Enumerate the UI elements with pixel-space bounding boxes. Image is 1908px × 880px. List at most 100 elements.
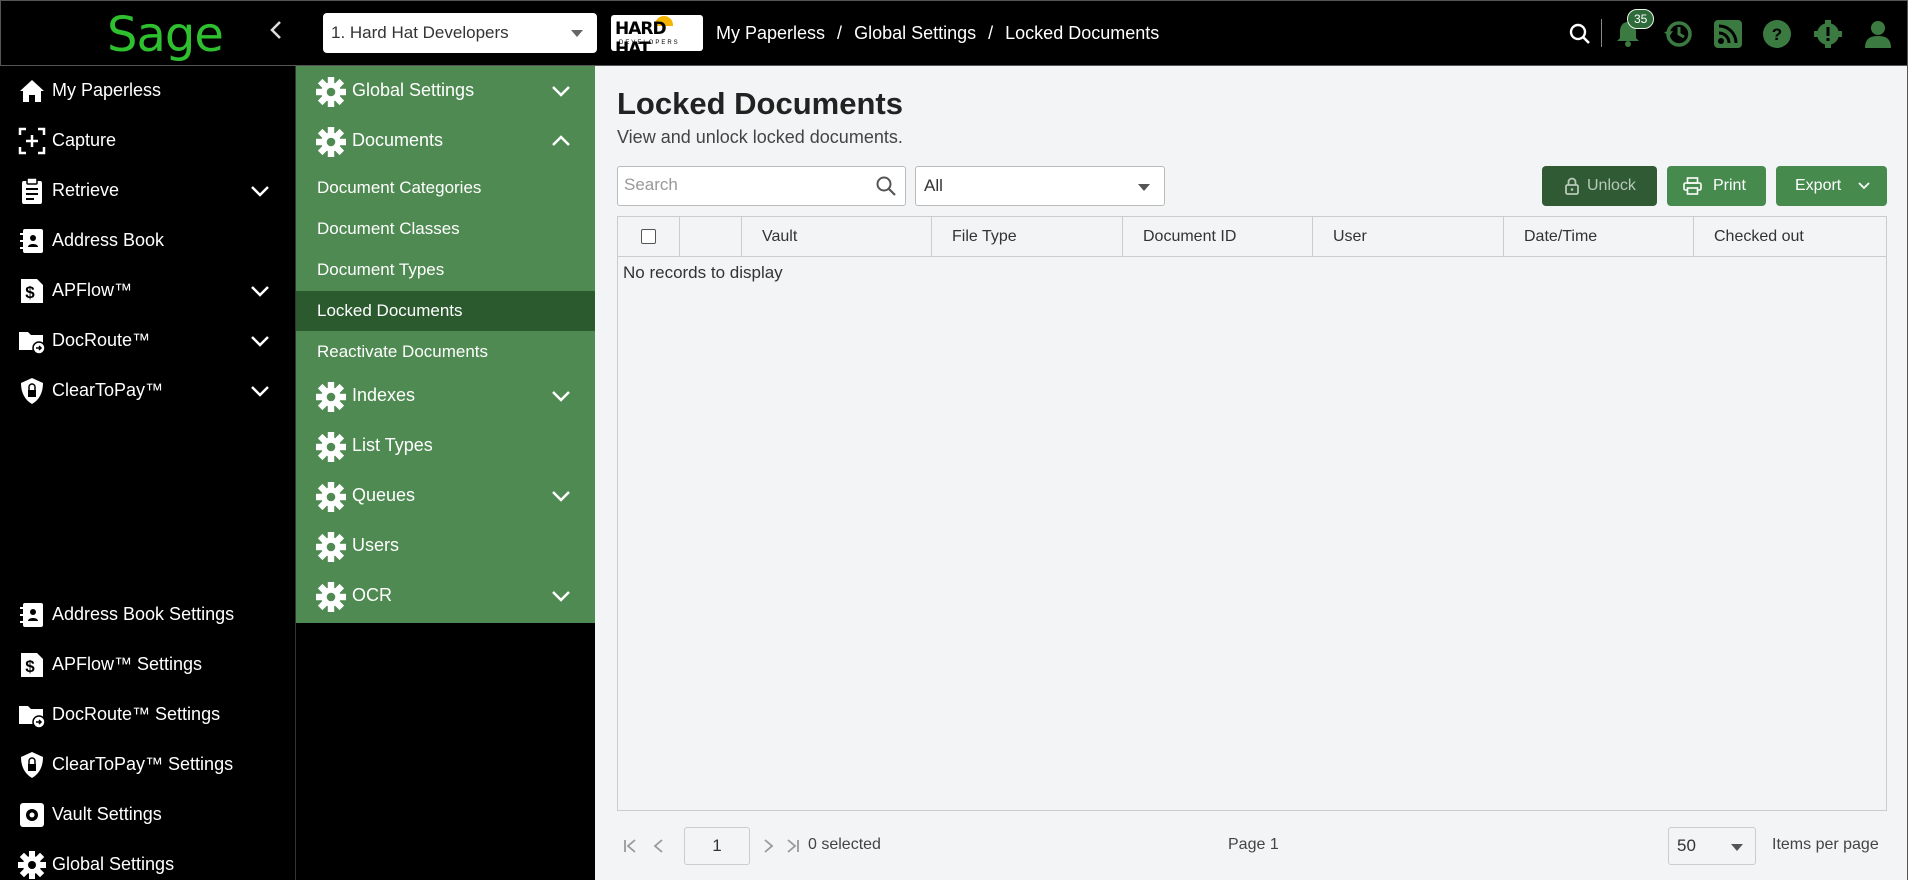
chevron-down-icon [552,391,570,402]
gear-icon [18,851,46,879]
collapse-sidebar-button[interactable] [269,19,283,48]
search-icon[interactable] [1565,19,1595,49]
nav-label: DocRoute™ Settings [52,704,221,724]
nav-docroute-settings[interactable]: DocRoute™ Settings [0,693,296,737]
dollar-doc-icon: $ [21,653,43,677]
nav-label: ClearToPay™ [52,380,164,400]
nav-label: Vault Settings [52,804,162,824]
page-size-value: 50 [1677,836,1696,855]
nav-vault-settings[interactable]: Vault Settings [0,793,296,837]
next-page-icon[interactable] [759,837,777,855]
nav-label: Global Settings [52,854,175,874]
svg-text:$: $ [25,283,35,302]
header-label: Document ID [1143,228,1237,245]
print-button[interactable]: Print [1667,166,1766,206]
gear-icon [316,482,346,512]
settings-documents[interactable]: Documents [296,119,595,163]
settings-locked-documents[interactable]: Locked Documents [296,291,595,331]
tenant-select[interactable]: 1. Hard Hat Developers [323,13,597,53]
export-button[interactable]: Export [1776,166,1887,206]
settings-ocr[interactable]: OCR [296,574,595,618]
header-document-id[interactable]: Document ID [1123,217,1313,257]
first-page-icon[interactable] [622,837,640,855]
breadcrumb-locked-documents: Locked Documents [1005,23,1160,43]
nav-address-book[interactable]: Address Book [0,219,296,263]
header-vault[interactable]: Vault [742,217,932,257]
pager: 1 0 selected Page 1 50 Items per page [617,821,1887,871]
chevron-down-icon [251,286,269,297]
header-file-type[interactable]: File Type [932,217,1123,257]
breadcrumb: My Paperless / Global Settings / Locked Docu… [716,23,1160,43]
settings-document-categories[interactable]: Document Categories [296,168,595,208]
chevron-down-icon [552,86,570,97]
nav-label: DocRoute™ [52,330,151,350]
settings-label: Documents [352,130,444,150]
nav-label: Address Book Settings [52,604,235,624]
home-icon [20,80,44,102]
header-date-time[interactable]: Date/Time [1504,217,1694,257]
select-all-cell [618,217,680,257]
address-book-icon [20,603,43,627]
caret-down-icon [1731,844,1743,851]
nav-apflow[interactable]: $ APFlow™ [0,269,296,313]
header-user[interactable]: User [1313,217,1504,257]
unlock-button[interactable]: Unlock [1542,166,1657,206]
alert-gear-icon[interactable] [1813,19,1843,49]
gear-icon [316,382,346,412]
filter-select-value: All [924,176,943,195]
nav-address-book-settings[interactable]: Address Book Settings [0,593,296,637]
last-page-icon[interactable] [783,837,801,855]
filter-select[interactable]: All [915,166,1165,206]
clipboard-icon [22,177,42,204]
nav-apflow-settings[interactable]: $ APFlow™ Settings [0,643,296,687]
settings-document-types[interactable]: Document Types [296,250,595,290]
breadcrumb-my-paperless[interactable]: My Paperless [716,23,825,43]
gear-icon [316,77,346,107]
header-label: Vault [762,228,798,245]
nav-label: Capture [52,130,117,150]
nav-label: APFlow™ Settings [52,654,203,674]
select-all-checkbox[interactable] [641,229,656,244]
export-button-label: Export [1795,177,1842,194]
sage-logo[interactable]: Sage [107,7,224,63]
settings-users[interactable]: Users [296,524,595,568]
page-size-select[interactable]: 50 [1668,827,1756,865]
grid-header: Vault File Type Document ID User Date/Ti… [618,217,1886,257]
gear-icon [316,432,346,462]
settings-reactivate-documents[interactable]: Reactivate Documents [296,332,595,372]
search-input[interactable] [624,167,864,203]
tenant-select-value: 1. Hard Hat Developers [331,23,509,42]
nav-global-settings[interactable]: Global Settings [0,843,296,880]
nav-cleartopay[interactable]: ClearToPay™ [0,369,296,413]
settings-queues[interactable]: Queues [296,474,595,518]
page-number-input[interactable]: 1 [684,827,750,865]
search-icon[interactable] [875,175,897,197]
nav-my-paperless[interactable]: My Paperless [0,69,296,113]
page-label: Page 1 [1228,836,1279,853]
settings-label: Global Settings [352,80,475,100]
header-label: Checked out [1714,228,1804,245]
settings-indexes[interactable]: Indexes [296,374,595,418]
chevron-down-icon [251,186,269,197]
settings-sub-label: Document Types [317,260,445,279]
user-icon[interactable] [1863,19,1893,49]
settings-list-types[interactable]: List Types [296,424,595,468]
top-bar: Sage 1. Hard Hat Developers HARD HAT DEV… [0,0,1908,66]
header-checked-out[interactable]: Checked out [1694,217,1886,257]
breadcrumb-global-settings[interactable]: Global Settings [854,23,976,43]
nav-cleartopay-settings[interactable]: ClearToPay™ Settings [0,743,296,787]
history-icon[interactable] [1663,19,1693,49]
settings-global[interactable]: Global Settings [296,69,595,113]
help-icon[interactable]: ? [1762,19,1792,49]
nav-capture[interactable]: Capture [0,119,296,163]
brand-logo-subtitle: DEVELOPERS [619,40,680,46]
rss-icon[interactable] [1713,19,1743,49]
settings-document-classes[interactable]: Document Classes [296,209,595,249]
dollar-doc-icon: $ [21,279,43,303]
nav-retrieve[interactable]: Retrieve [0,169,296,213]
folder-route-icon [19,706,46,729]
nav-docroute[interactable]: DocRoute™ [0,319,296,363]
brand-logo-name: HARD HAT [615,19,667,51]
previous-page-icon[interactable] [650,837,668,855]
chevron-down-icon [251,386,269,397]
